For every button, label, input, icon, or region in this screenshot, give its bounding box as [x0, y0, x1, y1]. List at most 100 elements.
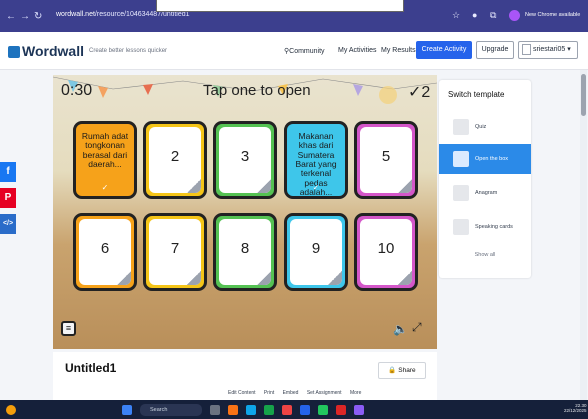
pdf-icon[interactable]	[336, 405, 346, 415]
card-number: 9	[311, 240, 321, 257]
card-box[interactable]: 6	[73, 213, 137, 291]
page-curl-icon	[328, 271, 342, 285]
update-chrome-button[interactable]: New Chrome available	[525, 12, 580, 18]
facebook-share-button[interactable]: f	[0, 162, 16, 182]
wordwall-logo-icon[interactable]	[8, 46, 20, 58]
game-stage: 0:30 Tap one to open ✓2 Rumah adat tongk…	[53, 75, 437, 349]
activity-actions: Edit Content Print Embed Set Assignment …	[228, 390, 368, 396]
tagline: Create better lessons quicker	[89, 48, 168, 54]
clock-date: 22/12/2025	[564, 408, 587, 414]
files-icon[interactable]	[228, 405, 238, 415]
card-box[interactable]: 2	[143, 121, 207, 199]
panel-title: Switch template	[448, 90, 505, 99]
chrome-icon[interactable]	[264, 405, 274, 415]
template-anagram[interactable]: Anagram	[439, 178, 531, 208]
sound-icon[interactable]: 🔈	[393, 322, 408, 336]
switch-template-panel: Switch template Quiz Open the box Anagra…	[439, 80, 531, 278]
share-button[interactable]: 🔒 Share	[378, 362, 426, 379]
template-label: Speaking cards	[475, 224, 513, 230]
embed-share-button[interactable]: </>	[0, 214, 16, 234]
task-view-icon[interactable]	[210, 405, 220, 415]
template-speaking-cards[interactable]: Speaking cards	[439, 212, 531, 242]
card-number: 8	[240, 240, 250, 257]
card-box[interactable]: 8	[213, 213, 277, 291]
card-number: 6	[100, 240, 110, 257]
card-number: 7	[170, 240, 180, 257]
speaking-cards-thumbnail-icon	[453, 219, 469, 235]
print-link[interactable]: Print	[264, 390, 274, 396]
edge-icon[interactable]	[246, 405, 256, 415]
quiz-thumbnail-icon	[453, 119, 469, 135]
page-curl-icon	[257, 271, 271, 285]
popup-window	[156, 0, 404, 12]
page-scrollbar[interactable]	[580, 70, 587, 400]
site-header: Wordwall Create better lessons quicker ⚲…	[0, 32, 588, 70]
profile-avatar[interactable]	[509, 10, 520, 21]
template-label: Anagram	[475, 190, 498, 196]
star-icon[interactable]: ☆	[452, 10, 460, 21]
template-quiz[interactable]: Quiz	[439, 112, 531, 142]
fullscreen-icon[interactable]: ⤢	[412, 320, 422, 335]
card-number: 10	[377, 240, 395, 257]
embed-link[interactable]: Embed	[283, 390, 299, 396]
timer: 0:30	[61, 82, 93, 99]
forward-icon[interactable]: →	[20, 11, 30, 22]
nav-my-activities[interactable]: My Activities	[338, 47, 377, 54]
media-icon[interactable]	[282, 405, 292, 415]
template-open-the-box[interactable]: Open the box	[439, 144, 531, 174]
spotify-icon[interactable]	[318, 405, 328, 415]
activity-title: Untitled1	[65, 361, 117, 375]
username: sriestari05	[533, 46, 566, 53]
opened-count-value: 2	[421, 84, 431, 101]
os-taskbar: Search 22.30 22/12/2025	[0, 400, 588, 419]
anagram-thumbnail-icon	[453, 185, 469, 201]
card-box[interactable]: 9	[284, 213, 348, 291]
activity-footer: Untitled1 🔒 Share Edit Content Print Emb…	[53, 352, 437, 402]
card-opened[interactable]: Rumah adat tongkonan berasal dari daerah…	[73, 121, 137, 199]
set-assignment-link[interactable]: Set Assignment	[307, 390, 342, 396]
game-instruction: Tap one to open	[203, 82, 311, 99]
check-icon: ✓	[312, 183, 320, 192]
check-icon: ✓	[101, 183, 109, 192]
system-clock[interactable]: 22.30 22/12/2025	[564, 403, 587, 414]
more-link[interactable]: More	[350, 390, 361, 396]
card-box[interactable]: 7	[143, 213, 207, 291]
taskbar-search[interactable]: Search	[140, 404, 202, 416]
word-icon[interactable]	[300, 405, 310, 415]
pinterest-share-button[interactable]: P	[0, 188, 16, 208]
page-curl-icon	[398, 179, 412, 193]
edit-content-link[interactable]: Edit Content	[228, 390, 256, 396]
reload-icon[interactable]: ↻	[34, 11, 42, 22]
user-menu-button[interactable]: sriestari05 ▾	[518, 41, 578, 59]
show-all-link[interactable]: Show all	[439, 252, 531, 258]
page-curl-icon	[117, 271, 131, 285]
app-icon[interactable]	[354, 405, 364, 415]
template-label: Quiz	[475, 124, 487, 130]
extension-icon[interactable]: ●	[472, 10, 477, 20]
back-icon[interactable]: ←	[6, 11, 16, 22]
address-bar[interactable]: wordwall.net/resource/104634487/untitled…	[56, 11, 190, 18]
url-host: wordwall.net	[56, 11, 95, 18]
scrollbar-thumb[interactable]	[581, 74, 586, 116]
logo-text[interactable]: Wordwall	[22, 43, 84, 59]
card-box[interactable]: 10	[354, 213, 418, 291]
card-number: 3	[240, 148, 250, 165]
nav-community[interactable]: ⚲Community	[284, 47, 325, 55]
template-label: Open the box	[475, 156, 509, 162]
card-box[interactable]: 3	[213, 121, 277, 199]
page-curl-icon	[257, 179, 271, 193]
nav-community-label: Community	[289, 48, 325, 55]
opened-count: ✓2	[408, 84, 431, 101]
card-box[interactable]: 5	[354, 121, 418, 199]
upgrade-button[interactable]: Upgrade	[476, 41, 514, 59]
create-activity-button[interactable]: Create Activity	[416, 41, 472, 59]
open-the-box-thumbnail-icon	[453, 151, 469, 167]
card-number: 5	[381, 148, 391, 165]
nav-my-results[interactable]: My Results	[381, 47, 416, 54]
page-curl-icon	[187, 179, 201, 193]
card-opened[interactable]: Makanan khas dari Sumatera Barat yang te…	[284, 121, 348, 199]
windows-start-icon[interactable]	[122, 405, 132, 415]
weather-icon[interactable]	[6, 405, 16, 415]
puzzle-icon[interactable]: ⧉	[490, 10, 496, 21]
menu-icon[interactable]: ≡	[61, 321, 76, 336]
